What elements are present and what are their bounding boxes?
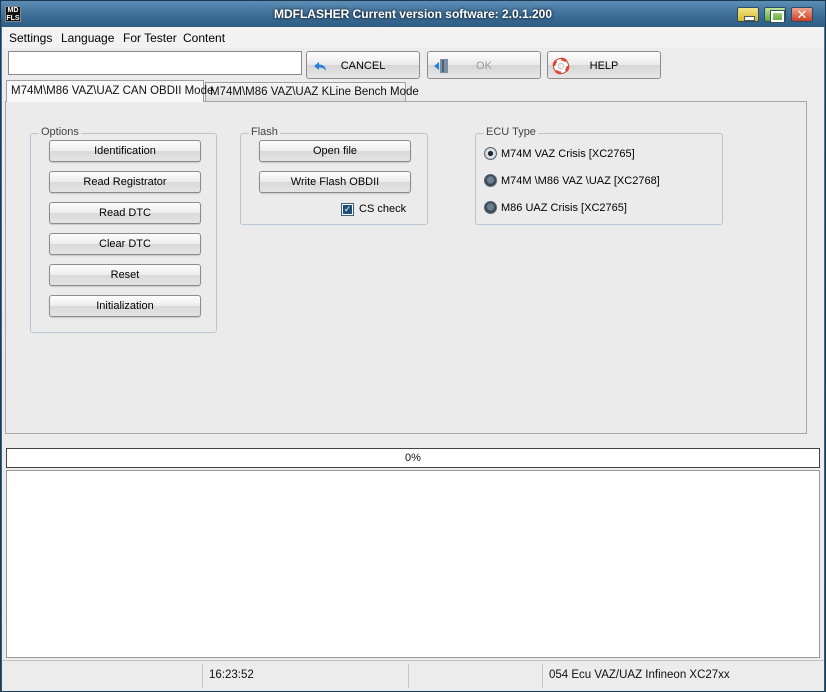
status-cell-empty-1 bbox=[2, 664, 202, 688]
initialization-button[interactable]: Initialization bbox=[49, 295, 201, 317]
status-cell-empty-2 bbox=[408, 664, 542, 688]
progress-bar: 0% bbox=[6, 448, 820, 468]
ecu-type-group: ECU Type M74M VAZ Crisis [XC2765] M74M \… bbox=[475, 126, 723, 225]
maximize-icon bbox=[765, 8, 785, 23]
window-title: MDFLASHER Current version software: 2.0.… bbox=[273, 7, 553, 21]
client-area: Settings Language For Tester Content CAN… bbox=[2, 27, 824, 691]
status-ecu-info: 054 Ecu VAZ/UAZ Infineon XC27xx bbox=[542, 664, 824, 688]
identification-button[interactable]: Identification bbox=[49, 140, 201, 162]
tab-kline-bench-mode[interactable]: M74M\M86 VAZ\UAZ KLine Bench Mode bbox=[205, 82, 419, 102]
ecu-radio-m74m-vaz-crisis[interactable] bbox=[484, 147, 497, 160]
close-button[interactable]: ✕ bbox=[791, 7, 813, 22]
checkmark-icon: ✓ bbox=[343, 204, 352, 214]
cancel-button[interactable]: CANCEL bbox=[306, 51, 420, 79]
clear-dtc-button[interactable]: Clear DTC bbox=[49, 233, 201, 255]
help-button[interactable]: HELP bbox=[547, 51, 661, 79]
minimize-button[interactable] bbox=[737, 7, 759, 22]
status-time: 16:23:52 bbox=[202, 664, 408, 688]
cs-check-checkbox[interactable]: ✓ bbox=[341, 203, 354, 216]
ok-label: OK bbox=[476, 60, 492, 72]
cancel-label: CANCEL bbox=[340, 60, 386, 72]
flash-group: Flash Open file Write Flash OBDII ✓ CS c… bbox=[240, 126, 428, 225]
ok-button[interactable]: OK bbox=[427, 51, 541, 79]
close-icon: ✕ bbox=[796, 7, 808, 22]
ecu-label-m74m-m86-vaz-uaz: M74M \M86 VAZ \UAZ [XC2768] bbox=[501, 175, 660, 187]
command-input[interactable] bbox=[8, 51, 302, 75]
ecu-type-group-title: ECU Type bbox=[484, 126, 538, 138]
menu-settings[interactable]: Settings bbox=[9, 31, 52, 45]
tab-can-obdii-mode[interactable]: M74M\M86 VAZ\UAZ CAN OBDII Mode bbox=[6, 80, 213, 102]
menu-content[interactable]: Content bbox=[183, 31, 225, 45]
options-group-title: Options bbox=[39, 126, 81, 138]
menu-for-tester[interactable]: For Tester bbox=[123, 31, 177, 45]
read-dtc-button[interactable]: Read DTC bbox=[49, 202, 201, 224]
ecu-radio-m74m-m86-vaz-uaz[interactable] bbox=[484, 174, 497, 187]
application-window: MD FLS MDFLASHER Current version softwar… bbox=[0, 0, 826, 692]
write-flash-obdii-button[interactable]: Write Flash OBDII bbox=[259, 171, 411, 193]
menu-language[interactable]: Language bbox=[61, 31, 114, 45]
title-bar[interactable]: MD FLS MDFLASHER Current version softwar… bbox=[1, 1, 825, 27]
cs-check-label: CS check bbox=[359, 203, 407, 215]
ecu-label-m74m-vaz-crisis: M74M VAZ Crisis [XC2765] bbox=[501, 148, 635, 160]
ecu-label-m86-uaz-crisis: M86 UAZ Crisis [XC2765] bbox=[501, 202, 627, 214]
options-group: Options Identification Read Registrator … bbox=[30, 126, 217, 333]
ecu-radio-m86-uaz-crisis[interactable] bbox=[484, 201, 497, 214]
tab-panel: Options Identification Read Registrator … bbox=[5, 101, 807, 434]
status-bar: 16:23:52 054 Ecu VAZ/UAZ Infineon XC27xx bbox=[2, 660, 824, 690]
open-file-button[interactable]: Open file bbox=[259, 140, 411, 162]
reset-button[interactable]: Reset bbox=[49, 264, 201, 286]
log-output[interactable] bbox=[6, 470, 820, 658]
flash-group-title: Flash bbox=[249, 126, 280, 138]
menu-bar: Settings Language For Tester Content bbox=[2, 27, 824, 48]
minimize-icon bbox=[738, 8, 758, 21]
maximize-button[interactable] bbox=[764, 7, 786, 23]
help-label: HELP bbox=[589, 60, 619, 72]
progress-text: 0% bbox=[405, 452, 421, 464]
read-registrator-button[interactable]: Read Registrator bbox=[49, 171, 201, 193]
